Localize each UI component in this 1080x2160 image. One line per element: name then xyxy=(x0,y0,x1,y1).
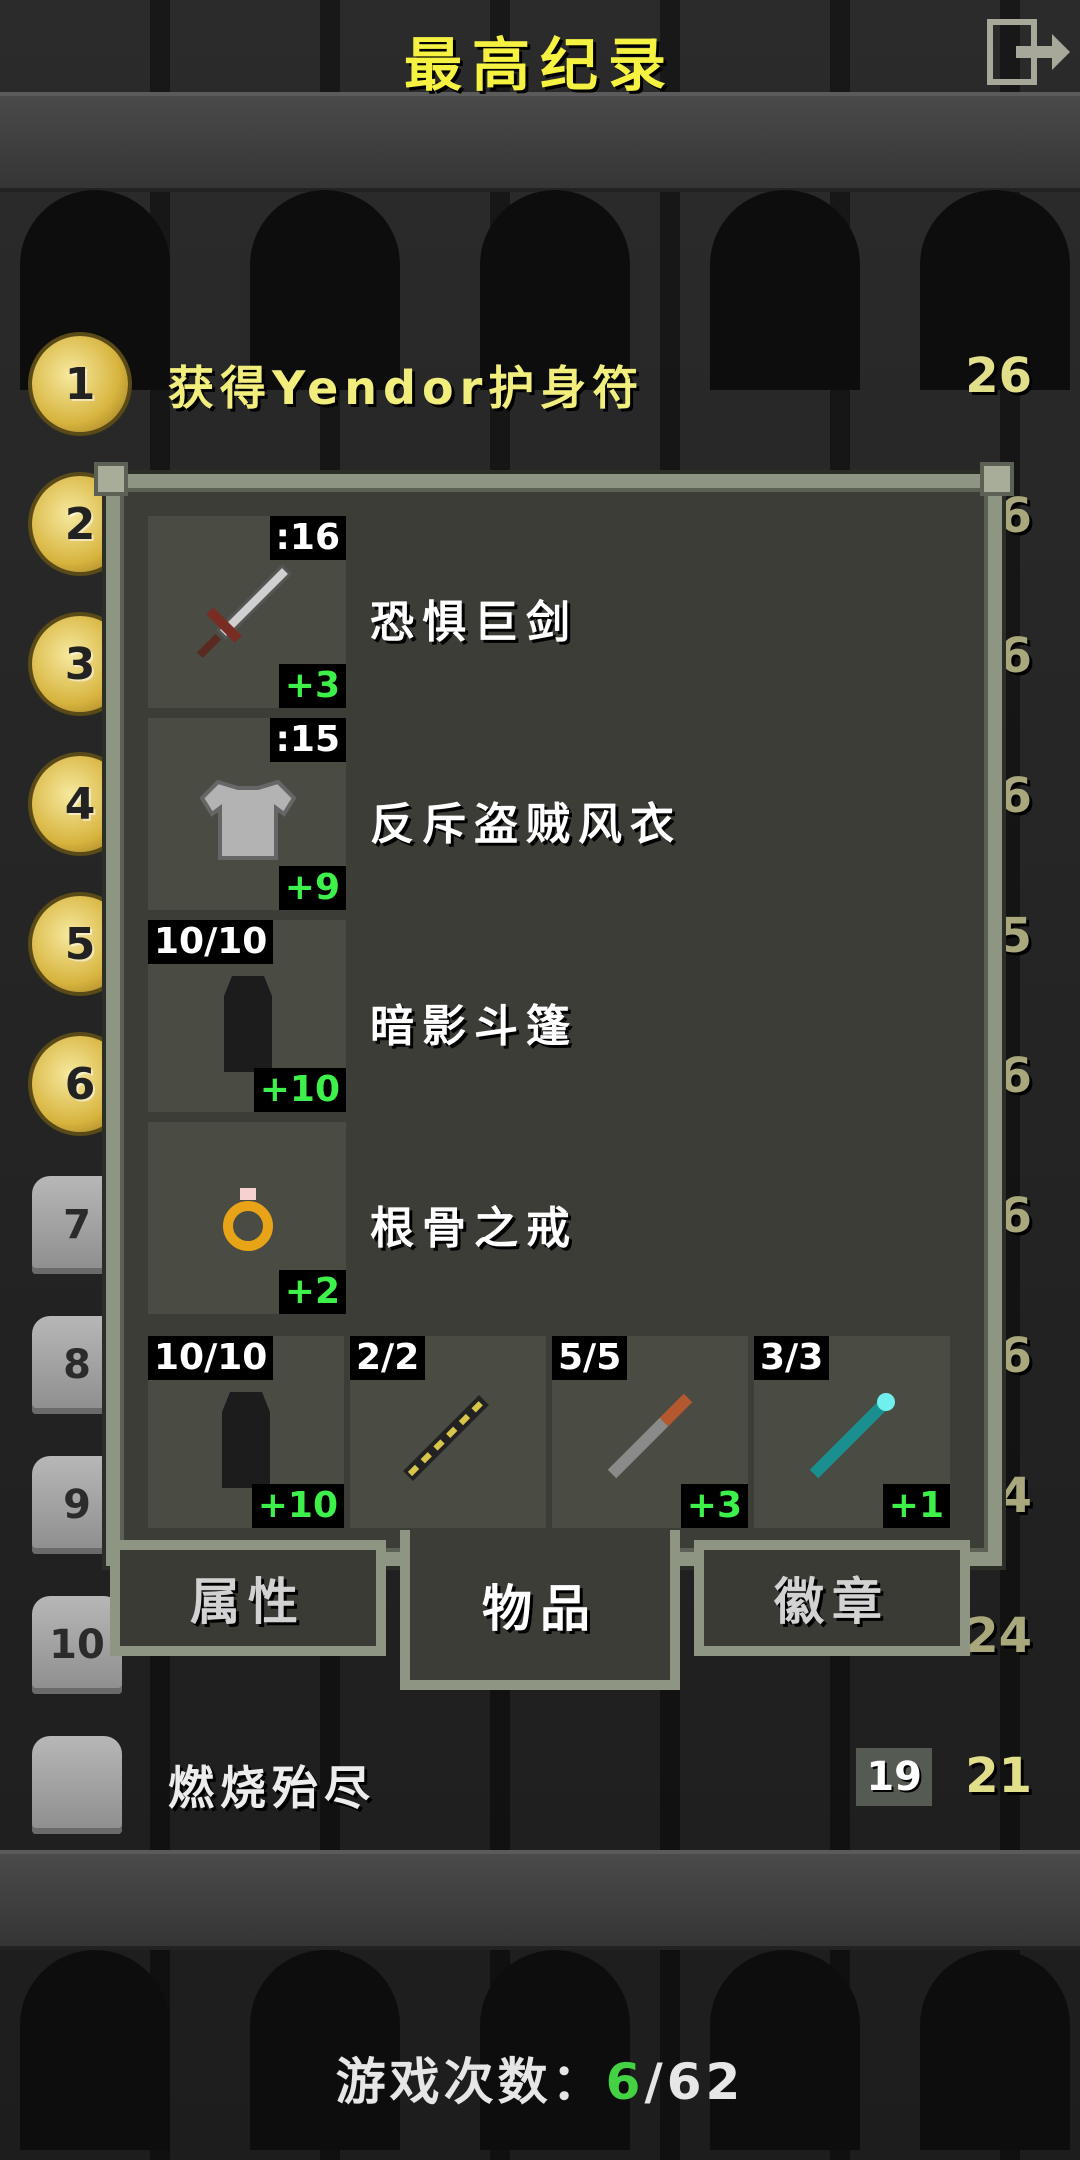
panel-corner xyxy=(980,462,1014,496)
record-row[interactable]: 1 获得Yendor护身符 26 xyxy=(0,322,1080,442)
equipment-armor[interactable]: :15 +9 xyxy=(148,718,346,910)
cloak-icon xyxy=(222,1392,270,1488)
record-row[interactable]: 燃烧殆尽 19 21 xyxy=(0,1722,1080,1842)
games-played-current: 6 xyxy=(605,2053,645,2111)
medal-icon: 1 xyxy=(32,336,128,432)
item-upgrade-label: +10 xyxy=(251,1484,344,1528)
item-charge-label: 5/5 xyxy=(552,1336,628,1380)
quickslot[interactable]: 2/2 xyxy=(350,1336,546,1528)
item-upgrade-label: +3 xyxy=(680,1484,748,1528)
staff-icon xyxy=(809,1393,895,1479)
tab-badges[interactable]: 徽章 xyxy=(694,1540,970,1656)
item-level-label: :15 xyxy=(269,718,346,762)
item-upgrade-label: +10 xyxy=(253,1068,346,1112)
armor-icon xyxy=(199,779,297,860)
tombstone-icon: 10 xyxy=(32,1596,122,1694)
item-name: 暗影斗篷 xyxy=(370,1001,578,1052)
item-upgrade-label: +9 xyxy=(278,866,346,910)
item-upgrade-label: +3 xyxy=(278,664,346,708)
item-name: 根骨之戒 xyxy=(370,1203,578,1254)
item-charge-label: 2/2 xyxy=(350,1336,426,1380)
wall-band xyxy=(0,1850,1080,1950)
equipment-weapon[interactable]: :16 +3 xyxy=(148,516,346,708)
item-name: 恐惧巨剑 xyxy=(370,597,578,648)
dagger-icon xyxy=(607,1393,693,1479)
cloak-icon xyxy=(224,976,272,1072)
record-description: 燃烧殆尽 xyxy=(168,1761,376,1815)
wand-icon xyxy=(403,1395,489,1481)
quickslot[interactable]: 10/10 +10 xyxy=(148,1336,344,1528)
record-rank: 10 xyxy=(49,1622,105,1668)
item-charge-label: 3/3 xyxy=(754,1336,830,1380)
games-played-counter: 游戏次数：6/62 xyxy=(0,2042,1080,2114)
tombstone-icon xyxy=(32,1736,122,1834)
hero-items-panel: :16 +3 恐惧巨剑 :15 +9 反斥盗贼风衣 10/10 +10 暗影斗篷… xyxy=(94,462,1014,1566)
ring-icon xyxy=(223,1188,273,1251)
equipment-artifact[interactable]: 10/10 +10 xyxy=(148,920,346,1112)
record-level: 26 xyxy=(965,348,1032,404)
games-played-total: /62 xyxy=(644,2053,745,2111)
item-name: 反斥盗贼风衣 xyxy=(370,799,682,850)
record-level: 24 xyxy=(965,1608,1032,1664)
equipment-ring[interactable]: +2 xyxy=(148,1122,346,1314)
panel-corner xyxy=(94,462,128,496)
item-upgrade-label: +2 xyxy=(278,1270,346,1314)
greatsword-icon xyxy=(196,563,293,659)
item-upgrade-label: +1 xyxy=(882,1484,950,1528)
item-charge-label: 10/10 xyxy=(148,920,274,964)
record-level: 21 xyxy=(965,1748,1032,1804)
item-charge-label: 10/10 xyxy=(148,1336,274,1380)
quickslot[interactable]: 3/3 +1 xyxy=(754,1336,950,1528)
page-title: 最高纪录 xyxy=(403,31,676,99)
record-rank: 1 xyxy=(64,358,96,410)
exit-icon[interactable] xyxy=(986,18,1072,86)
record-depth: 19 xyxy=(856,1748,932,1806)
record-description: 获得Yendor护身符 xyxy=(168,361,645,415)
games-played-label: 游戏次数： xyxy=(335,2053,606,2111)
tab-stats[interactable]: 属性 xyxy=(110,1540,386,1656)
item-level-label: :16 xyxy=(269,516,346,560)
tab-items[interactable]: 物品 xyxy=(400,1530,680,1690)
quickslot[interactable]: 5/5 +3 xyxy=(552,1336,748,1528)
wall-band xyxy=(0,92,1080,192)
